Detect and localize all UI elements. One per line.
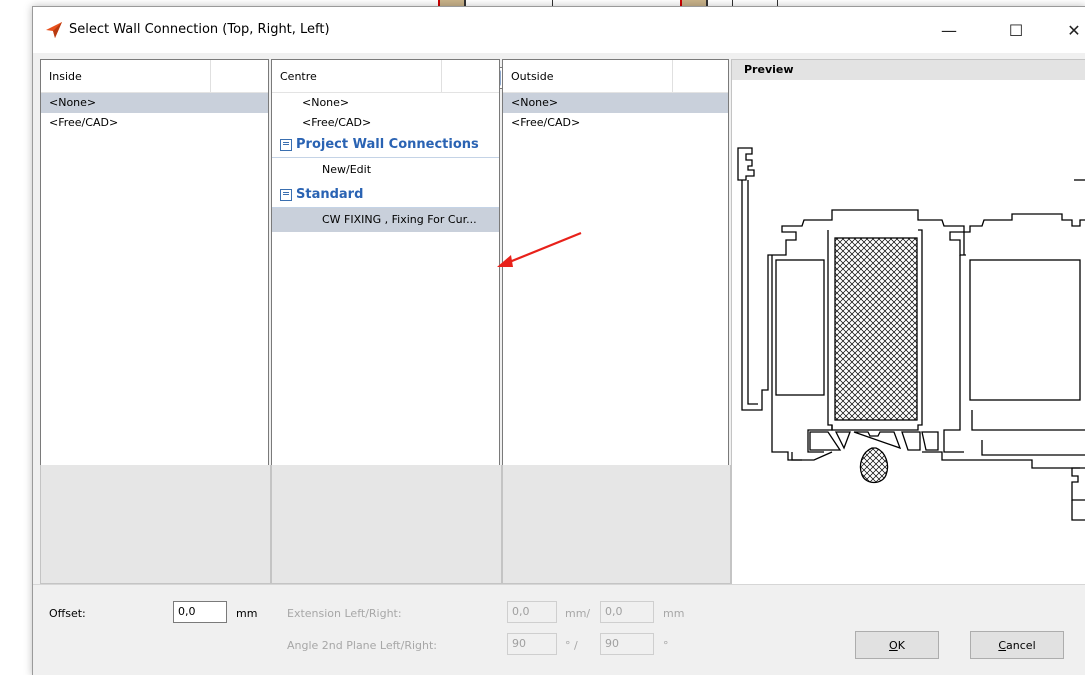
extension-right-input[interactable]: 0,0: [600, 601, 654, 623]
centre-lower-panel: [271, 465, 502, 584]
angle-left-input[interactable]: 90: [507, 633, 557, 655]
list-item[interactable]: <Free/CAD>: [41, 113, 268, 133]
window-title: Select Wall Connection (Top, Right, Left…: [69, 22, 330, 37]
preview-header: Preview: [732, 60, 1085, 80]
maximize-icon: ☐: [1008, 20, 1024, 40]
group-standard[interactable]: Standard: [272, 183, 499, 208]
outside-header-label: Outside: [511, 70, 554, 83]
background-application: [0, 0, 33, 675]
profile-preview-drawing: [737, 147, 1085, 521]
select-wall-connection-dialog: Select Wall Connection (Top, Right, Left…: [32, 6, 1085, 675]
outside-list-header: Outside: [503, 60, 728, 93]
preview-title: Preview: [744, 63, 794, 76]
inside-list[interactable]: Inside <None> <Free/CAD>: [40, 59, 269, 466]
bottom-options-bar: Offset: 0,0 mm Extension Left/Right: 0,0…: [33, 584, 1085, 675]
list-item[interactable]: CW FIXING , Fixing For Cur...: [272, 208, 499, 232]
list-item[interactable]: New/Edit: [272, 158, 499, 182]
preview-panel: Preview: [731, 59, 1085, 586]
collapse-icon[interactable]: [280, 139, 292, 151]
outside-lower-panel: [502, 465, 731, 584]
offset-input[interactable]: 0,0: [173, 601, 227, 623]
angle-separator: ° /: [565, 639, 578, 652]
annotation-arrow-icon: [497, 231, 582, 267]
header-divider[interactable]: [441, 60, 442, 92]
offset-label: Offset:: [49, 607, 86, 620]
ok-button[interactable]: OK: [855, 631, 939, 659]
centre-list[interactable]: Centre <None> <Free/CAD> Project Wall Co…: [271, 59, 500, 466]
cancel-button[interactable]: Cancel: [970, 631, 1064, 659]
close-icon: ✕: [1067, 20, 1081, 40]
extension-separator: mm/: [565, 607, 591, 620]
header-divider[interactable]: [672, 60, 673, 92]
list-item[interactable]: <None>: [272, 93, 499, 113]
angle-label: Angle 2nd Plane Left/Right:: [287, 639, 437, 652]
extension-label: Extension Left/Right:: [287, 607, 402, 620]
list-item[interactable]: <Free/CAD>: [272, 113, 499, 133]
extension-unit: mm: [663, 607, 685, 620]
angle-right-input[interactable]: 90: [600, 633, 654, 655]
inside-list-header: Inside: [41, 60, 268, 93]
centre-header-label: Centre: [280, 70, 317, 83]
minimize-button[interactable]: —: [926, 7, 972, 53]
collapse-icon[interactable]: [280, 189, 292, 201]
minimize-icon: —: [941, 20, 957, 40]
maximize-button[interactable]: ☐: [993, 7, 1039, 53]
extension-left-input[interactable]: 0,0: [507, 601, 557, 623]
title-bar[interactable]: Select Wall Connection (Top, Right, Left…: [33, 7, 1085, 53]
close-button[interactable]: ✕: [1051, 7, 1085, 53]
centre-list-header: Centre: [272, 60, 499, 93]
angle-unit: °: [663, 639, 669, 652]
group-project-wall-connections[interactable]: Project Wall Connections: [272, 133, 499, 158]
header-divider[interactable]: [210, 60, 211, 92]
offset-unit: mm: [236, 607, 258, 620]
list-item[interactable]: <None>: [41, 93, 268, 113]
inside-header-label: Inside: [49, 70, 82, 83]
app-logo-icon: [46, 22, 62, 38]
inside-lower-panel: [40, 465, 271, 584]
list-item[interactable]: <None>: [503, 93, 728, 113]
list-item[interactable]: <Free/CAD>: [503, 113, 728, 133]
